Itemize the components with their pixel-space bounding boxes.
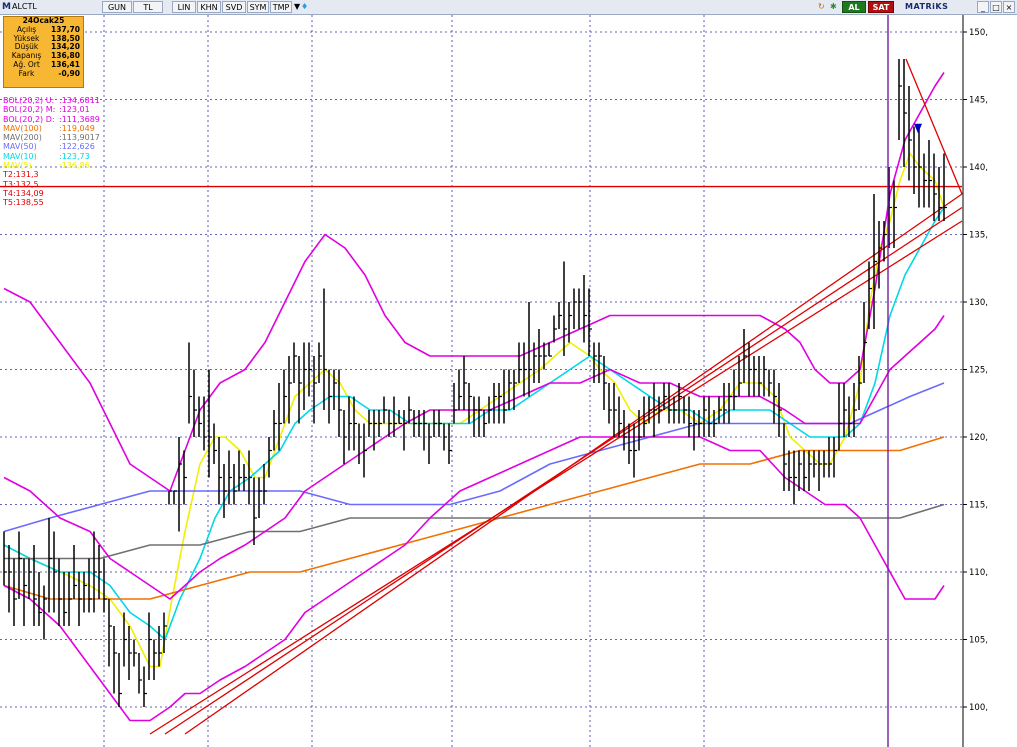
legend-row: T4:134,09 [3,189,100,198]
close-icon[interactable]: × [1003,1,1015,13]
y-tick-label: 150, [969,28,988,38]
y-tick-label: 110, [969,568,988,578]
legend-value: :111,3689 [59,114,100,124]
legend-name: MAV(100) [3,123,42,133]
legend-name: T4:134,09 [3,188,44,198]
info-label: Fark [18,68,35,78]
tmp-button[interactable]: TMP [270,1,292,13]
y-tick-label: 140, [969,163,988,173]
settings-icon[interactable]: ✱ [830,1,837,13]
legend-value: :122,626 [59,142,95,152]
restore-icon[interactable]: □ [990,1,1002,13]
y-tick-label: 115, [969,501,988,511]
legend-row: MAV(200) :113,9017 [3,133,100,142]
brand-label: MATRiKS [905,2,949,11]
tl-button[interactable]: TL [133,1,163,13]
svd-button[interactable]: SVD [222,1,246,13]
sym-button[interactable]: SYM [247,1,269,13]
menu-icon[interactable]: M [2,1,11,13]
legend-row: MAV(5) :136,86 [3,161,100,170]
legend-name: T5:138,55 [3,198,44,208]
y-tick-label: 135, [969,231,988,241]
legend-name: BOL(20,2) M: [3,105,56,115]
symbol-label[interactable]: ALCTL [12,1,37,13]
y-tick-label: 145, [969,96,988,106]
legend-value: :134,6811 [59,96,100,105]
legend-name: MAV(10) [3,151,37,161]
y-tick-label: 105, [969,636,988,646]
price-chart[interactable]: 150, 145, 140, 135, 130, 125, 120, 115, 110, 105,… [0,15,1017,747]
y-tick-label: 100, [969,703,988,713]
bird-icon[interactable]: ♦ [301,1,308,13]
minimize-icon[interactable]: _ [977,1,989,13]
legend-value: :113,9017 [59,133,100,143]
plot-background [0,15,962,747]
legend-name: BOL(20,2) D: [3,114,55,124]
khn-button[interactable]: KHN [197,1,221,13]
legend-row: T2:131,3 [3,170,100,179]
legend-name: BOL(20,2) U: [3,96,55,105]
legend-row: MAV(50) :122,626 [3,142,100,151]
y-tick-label: 130, [969,298,988,308]
sat-button[interactable]: SAT [868,1,894,13]
legend-row: BOL(20,2) D: :111,3689 [3,115,100,124]
legend-name: MAV(50) [3,142,37,152]
info-row: Fark -0,90 [4,68,83,79]
legend-value: :119,049 [59,123,95,133]
legend-name: MAV(200) [3,133,42,143]
legend-row: MAV(10) :123,73 [3,152,100,161]
chart-toolbar: M ALCTL GUN TL LIN KHN SVD SYM TMP ▼ ♦ ↻… [0,0,1017,15]
legend-name: MAV(5) [3,161,32,171]
legend-name: T2:131,3 [3,170,39,180]
legend-row: T5:138,55 [3,198,100,207]
dropdown-icon[interactable]: ▼ [294,1,300,13]
legend-row: BOL(20,2) U: :134,6811 [3,96,100,105]
legend-value: :123,01 [59,105,90,115]
legend-row: BOL(20,2) M::123,01 [3,105,100,114]
legend-value: :123,73 [59,151,90,161]
y-tick-label: 120, [969,433,988,443]
legend-name: T3:132,5 [3,179,39,189]
gun-button[interactable]: GUN [102,1,132,13]
legend-row: T3:132,5 [3,180,100,189]
y-tick-label: 125, [969,366,988,376]
info-value: -0,90 [58,68,80,78]
refresh-icon[interactable]: ↻ [818,1,825,13]
lin-button[interactable]: LIN [172,1,196,13]
info-box: 24Ocak25 Açılış 137,70 Yüksek 138,50 Düşük 13… [3,16,84,88]
chart-area[interactable]: 150, 145, 140, 135, 130, 125, 120, 115, 110, 105,… [0,15,1017,747]
legend-value: :136,86 [59,161,90,171]
al-button[interactable]: AL [842,1,866,13]
legend-row: MAV(100) :119,049 [3,124,100,133]
indicator-legend: BOL(20,2) U: :134,6811 BOL(20,2) M::123,01… [3,96,100,208]
